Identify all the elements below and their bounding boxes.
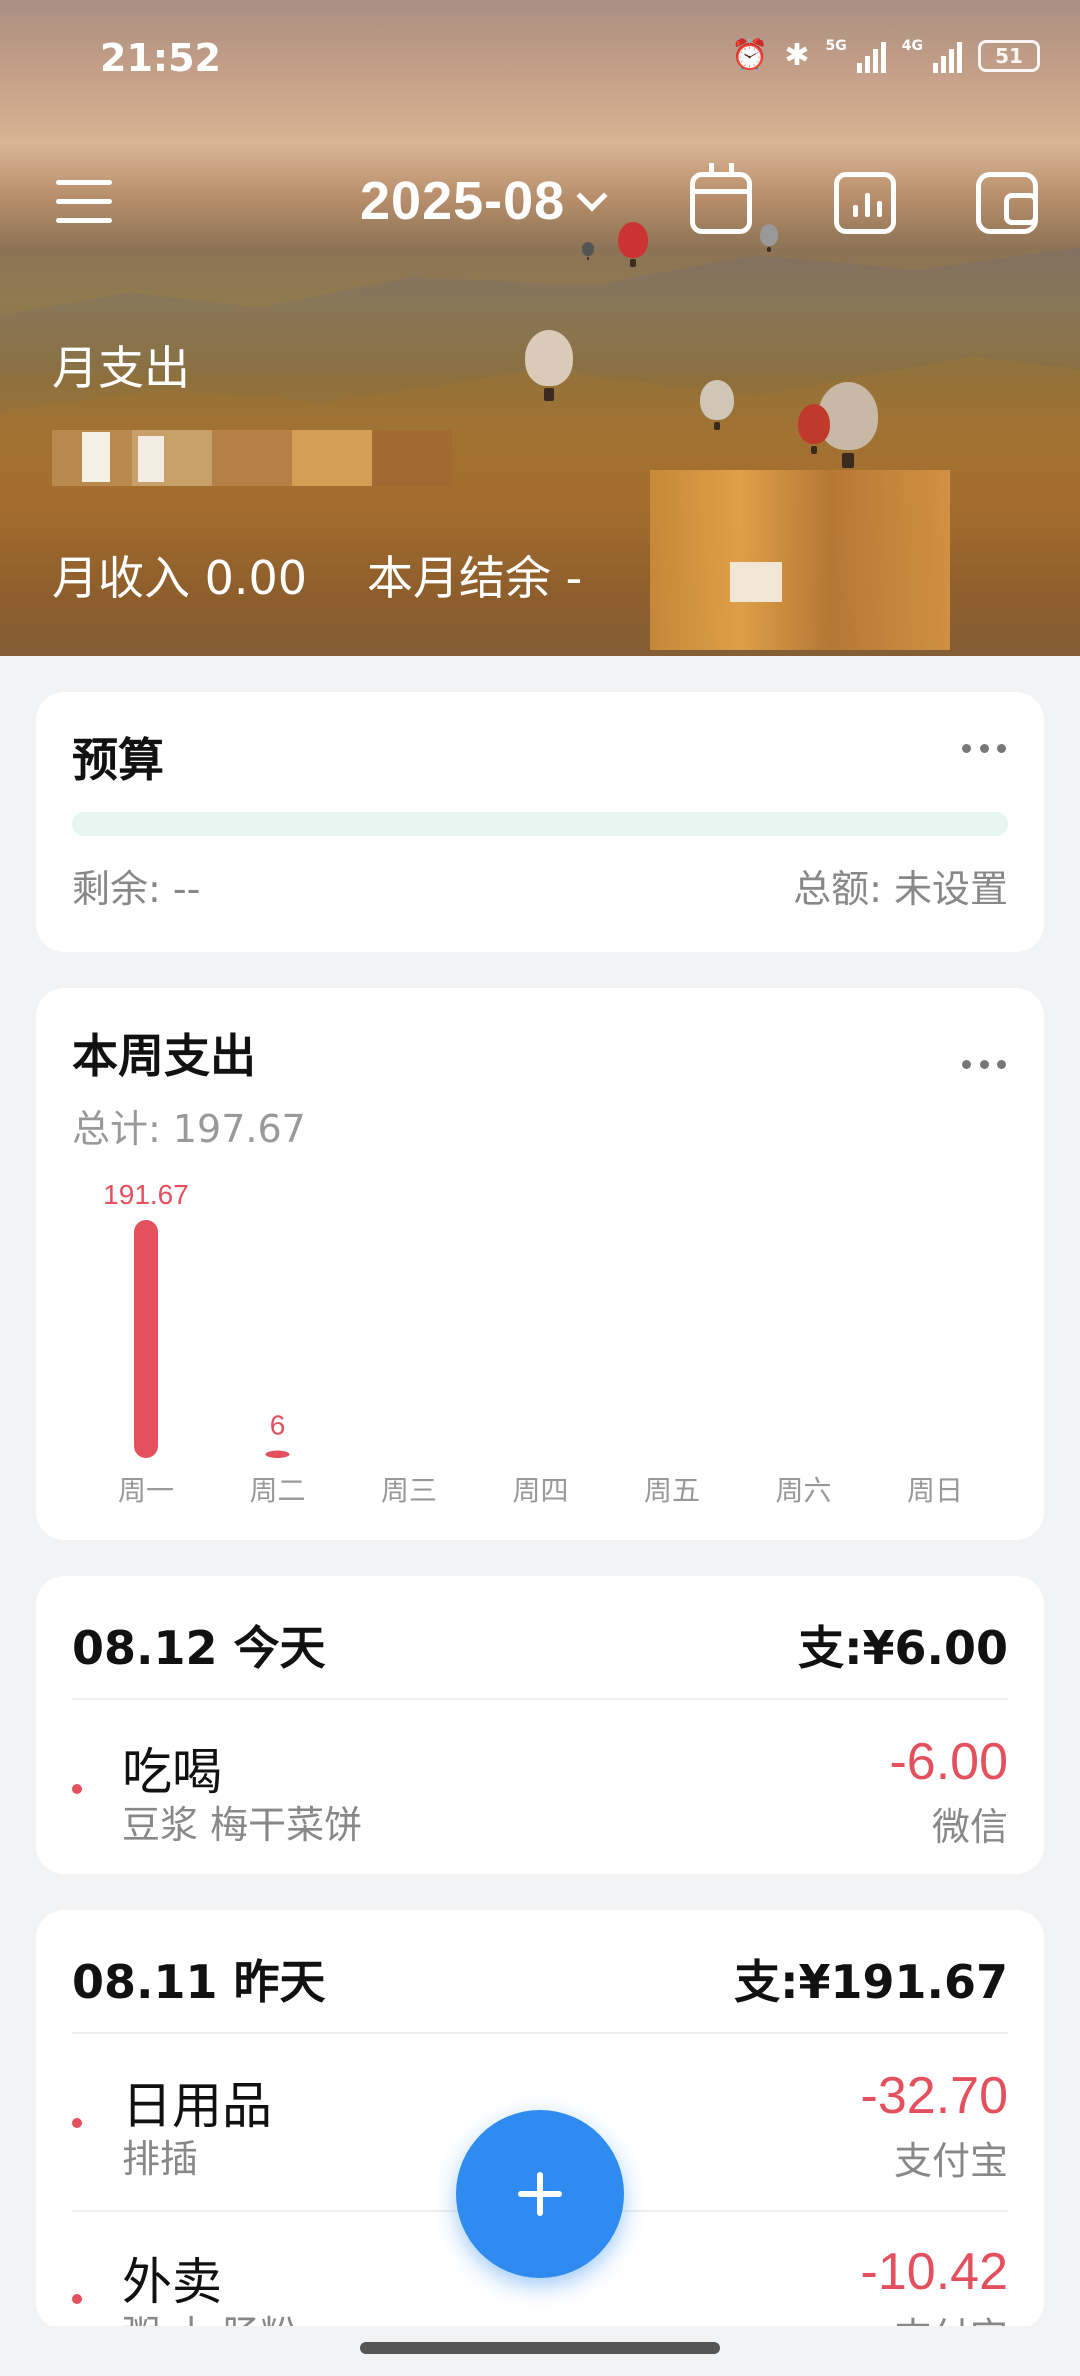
alarm-icon: ⏰ (731, 38, 769, 73)
add-record-button[interactable] (456, 2110, 624, 2278)
budget-title: 预算 (72, 733, 164, 787)
day-header: 08.12 今天 支:¥6.00 (72, 1612, 1008, 1675)
chart-tick-label: 周二 (249, 1474, 305, 1507)
status-time: 21:52 (100, 36, 221, 80)
chevron-down-icon (576, 180, 608, 212)
budget-remaining: 剩余: -- (72, 867, 201, 911)
bar-chart-icon[interactable] (834, 172, 896, 234)
transaction-note: 排插 (122, 2137, 199, 2181)
transaction-note: 豆浆 梅干菜饼 (122, 1803, 363, 1847)
chart-tick-label: 周五 (644, 1474, 700, 1507)
weekly-bar-chart: 191.67 周一 6 周二 周三 周四 周五 周六 周日 (103, 1179, 963, 1507)
home-indicator[interactable] (360, 2342, 720, 2354)
day-date: 08.12 今天 (72, 1621, 326, 1675)
more-options-icon[interactable] (962, 744, 1006, 754)
month-balance-label: 本月结余 - (367, 551, 583, 605)
top-nav: 2025-08 (0, 160, 1080, 250)
day-group-today: 08.12 今天 支:¥6.00 吃喝 豆浆 梅干菜饼 -6.00 微信 (36, 1576, 1044, 1874)
day-total: 支:¥6.00 (798, 1621, 1008, 1675)
status-icons: ⏰ ✱ 5G 4G 51 (731, 38, 1040, 73)
chart-tick-label: 周三 (381, 1474, 437, 1507)
category-dot (72, 2294, 82, 2304)
network-type-label: 5G (825, 37, 847, 54)
month-income: 月收入 0.00 (52, 551, 308, 605)
transaction-amount: -10.42 (860, 2243, 1008, 2301)
month-summary: 月收入 0.00 本月结余 - (52, 542, 582, 608)
budget-card[interactable]: 预算 剩余: -- 总额: 未设置 (36, 692, 1044, 952)
divider (72, 2032, 1008, 2034)
transaction-amount: -32.70 (860, 2067, 1008, 2125)
chart-tick-label: 周四 (512, 1474, 568, 1507)
chart-tick-label: 周一 (118, 1474, 174, 1507)
header-banner: 21:52 ⏰ ✱ 5G 4G 51 2025-08 月支出 月收入 0.00 … (0, 0, 1080, 656)
transaction-account: 支付宝 (893, 2139, 1008, 2183)
chart-value-label: 6 (270, 1410, 286, 1441)
month-balance-redacted (650, 470, 950, 650)
balloon-image (798, 404, 830, 455)
chart-bar[interactable] (134, 1220, 158, 1458)
day-total: 支:¥191.67 (734, 1955, 1008, 2009)
balloon-image (700, 380, 734, 431)
battery-icon: 51 (978, 39, 1040, 72)
month-expense-value-redacted (52, 420, 492, 490)
month-label: 2025-08 (360, 171, 566, 231)
day-date: 08.11 昨天 (72, 1955, 326, 2009)
budget-progress-bar (72, 812, 1008, 836)
transaction-item[interactable]: 吃喝 豆浆 梅干菜饼 -6.00 微信 (36, 1732, 1044, 1852)
chart-bar[interactable] (265, 1450, 290, 1458)
menu-icon[interactable] (56, 180, 112, 224)
bluetooth-icon: ✱ (784, 38, 810, 73)
divider (72, 1698, 1008, 1700)
day-header: 08.11 昨天 支:¥191.67 (72, 1946, 1008, 2009)
status-bar: 21:52 ⏰ ✱ 5G 4G 51 (0, 0, 1080, 120)
budget-total: 总额: 未设置 (793, 867, 1008, 911)
chart-tick-label: 周日 (907, 1474, 963, 1507)
transaction-account: 微信 (931, 1805, 1008, 1849)
transaction-amount: -6.00 (889, 1733, 1008, 1791)
weekly-expense-card[interactable]: 本周支出 总计: 197.67 191.67 周一 6 周二 周三 周四 周五 周六 周日 (36, 988, 1044, 1540)
network-type-label: 4G (901, 37, 923, 54)
chart-tick-label: 周六 (775, 1474, 831, 1507)
wallet-icon[interactable] (976, 172, 1038, 234)
calendar-icon[interactable] (690, 163, 752, 234)
category-dot (72, 2118, 82, 2128)
balloon-image (525, 330, 573, 401)
category-dot (72, 1784, 82, 1794)
signal-icon (933, 39, 962, 73)
month-expense-label: 月支出 (52, 341, 190, 395)
chart-value-label: 191.67 (103, 1179, 189, 1210)
month-picker[interactable]: 2025-08 (360, 170, 608, 232)
signal-icon (856, 39, 886, 73)
